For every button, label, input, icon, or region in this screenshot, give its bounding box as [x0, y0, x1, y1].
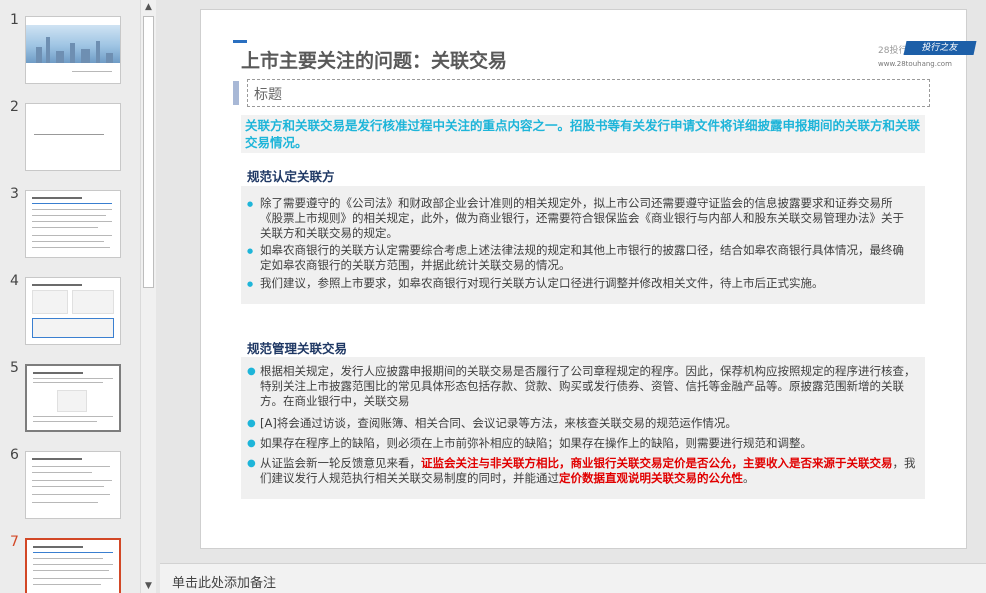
slide-thumbnail-7[interactable] — [25, 538, 121, 593]
bullet-item[interactable]: ● 如皋农商银行的关联方认定需要综合考虑上述法律法规的规定和其他上市银行的披露口… — [247, 243, 915, 273]
bullet-item[interactable]: ● 除了需要遵守的《公司法》和财政部企业会计准则的相关规定外，拟上市公司还需要遵… — [247, 196, 915, 241]
slide-title[interactable]: 上市主要关注的问题：关联交易 — [241, 46, 507, 73]
slide-thumbnail-1[interactable] — [25, 16, 121, 84]
slide-number: 6 — [10, 447, 19, 463]
lead-paragraph[interactable]: 关联方和关联交易是发行核准过程中关注的重点内容之一。招股书等有关发行申请文件将详… — [241, 115, 925, 153]
slide-number: 3 — [10, 186, 19, 202]
slide-thumbnail-2[interactable] — [25, 103, 121, 171]
bullet-text: [A]将会通过访谈，查阅账簿、相关合同、会议记录等方法，来核查关联交易的规范运作… — [260, 416, 737, 430]
bullet-item[interactable]: ● [A]将会通过访谈，查阅账簿、相关合同、会议记录等方法，来核查关联交易的规范… — [247, 416, 920, 431]
bullet-text: 如果存在程序上的缺陷，则必须在上市前弥补相应的缺陷；如果存在操作上的缺陷，则需要… — [260, 436, 812, 450]
slide-thumbnail-5[interactable] — [25, 364, 121, 432]
slide-number: 1 — [10, 12, 19, 28]
scroll-down-icon[interactable]: ▼ — [142, 579, 155, 593]
slide-number: 5 — [10, 360, 19, 376]
powerpoint-window: 1 2 3 4 5 6 7 ▲ ▼ 上市主要关注的问题：关联交易 28投行 投行… — [0, 0, 986, 593]
bullet-text: 如皋农商银行的关联方认定需要综合考虑上述法律法规的规定和其他上市银行的披露口径，… — [260, 243, 904, 272]
slide-thumbnail-pane[interactable]: 1 2 3 4 5 6 7 — [0, 0, 140, 593]
bullet-dot-icon: ● — [247, 438, 256, 449]
bullet-text: 我们建议，参照上市要求，如皋农商银行对现行关联方认定口径进行调整并修改相关文件，… — [260, 276, 824, 290]
title-accent-bar — [233, 40, 247, 43]
bullet-text: 除了需要遵守的《公司法》和财政部企业会计准则的相关规定外，拟上市公司还需要遵守证… — [260, 196, 904, 240]
scrollbar-thumb[interactable] — [143, 16, 154, 288]
bullet-dot-icon: ● — [247, 200, 254, 208]
placeholder-text: 标题 — [254, 87, 282, 103]
title-placeholder[interactable]: 标题 — [247, 79, 930, 107]
brand-logo: 28投行 投行之友 www.28touhang.com — [872, 41, 982, 73]
bullet-dot-icon: ● — [247, 418, 256, 429]
logo-url: www.28touhang.com — [878, 60, 952, 68]
notes-placeholder[interactable]: 单击此处添加备注 — [172, 572, 276, 591]
slide-editor: 上市主要关注的问题：关联交易 28投行 投行之友 www.28touhang.c… — [160, 0, 986, 563]
slide-number: 7 — [10, 534, 19, 550]
scroll-up-icon[interactable]: ▲ — [142, 0, 155, 14]
bullet-dot-icon: ● — [247, 366, 256, 377]
slide-thumbnail-6[interactable] — [25, 451, 121, 519]
section-heading-related-transactions[interactable]: 规范管理关联交易 — [247, 338, 347, 357]
bullet-dot-icon: ● — [247, 247, 254, 255]
bullet-dot-icon: ● — [247, 280, 254, 288]
section-heading-related-parties[interactable]: 规范认定关联方 — [247, 166, 335, 185]
bullet-item[interactable]: ● 如果存在程序上的缺陷，则必须在上市前弥补相应的缺陷；如果存在操作上的缺陷，则… — [247, 436, 920, 451]
highlight-text: 证监会关注与非关联方相比，商业银行关联交易定价是否公允，主要收入是否来源于关联交… — [421, 456, 893, 470]
slide-thumbnail-4[interactable] — [25, 277, 121, 345]
bullet-dot-icon: ● — [247, 458, 256, 469]
logo-badge: 投行之友 — [903, 41, 977, 55]
bullet-item[interactable]: ● 从证监会新一轮反馈意见来看，证监会关注与非关联方相比，商业银行关联交易定价是… — [247, 456, 920, 486]
bullet-text: 。 — [743, 471, 755, 485]
highlight-text: 定价数据直观说明关联交易的公允性 — [559, 471, 743, 485]
slide-number: 2 — [10, 99, 19, 115]
slide-thumbnail-3[interactable] — [25, 190, 121, 258]
slide-number: 4 — [10, 273, 19, 289]
bullet-item[interactable]: ● 根据相关规定，发行人应披露申报期间的关联交易是否履行了公司章程规定的程序。因… — [247, 364, 920, 409]
bullet-text: 根据相关规定，发行人应披露申报期间的关联交易是否履行了公司章程规定的程序。因此，… — [260, 364, 916, 408]
placeholder-accent-bar — [233, 81, 239, 105]
slide-canvas[interactable]: 上市主要关注的问题：关联交易 28投行 投行之友 www.28touhang.c… — [200, 9, 977, 549]
bullet-text: 从证监会新一轮反馈意见来看， — [260, 456, 421, 470]
city-skyline-image — [26, 25, 120, 63]
bullet-item[interactable]: ● 我们建议，参照上市要求，如皋农商银行对现行关联方认定口径进行调整并修改相关文… — [247, 276, 915, 291]
thumbnail-scrollbar[interactable]: ▲ ▼ — [140, 0, 156, 593]
notes-pane[interactable]: 单击此处添加备注 — [160, 563, 986, 593]
